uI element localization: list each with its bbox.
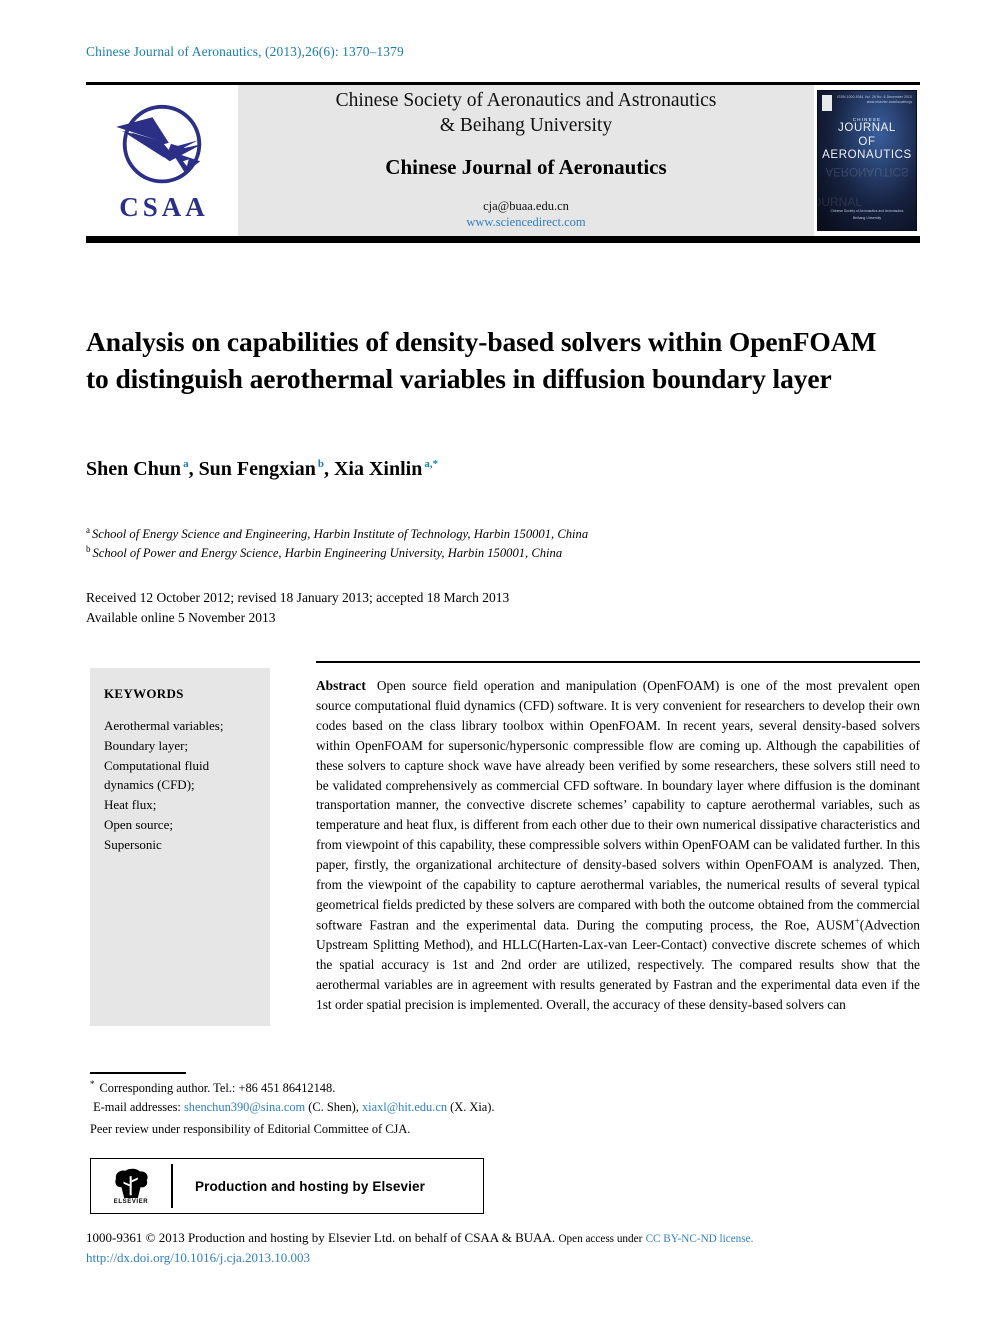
email-owner-1: (C. Shen), [308,1099,359,1114]
cover-title-line3: AERONAUTICS [822,149,912,162]
csaa-logo: CSAA [86,85,238,236]
asterisk-icon: * [90,1079,95,1089]
affiliation-list: a School of Energy Science and Engineerin… [86,524,906,563]
keyword-item: Open source; [104,816,173,832]
cover-footer-2: Beihang University [852,216,882,221]
affiliation-text: School of Energy Science and Engineering… [92,527,589,542]
csaa-aircraft-logo-icon [116,104,203,184]
cover-title-reflection-2: JOURNAL [818,195,863,209]
society-line-2: & Beihang University [439,115,613,136]
cover-issn: ISSN 1000-9361 Vol. 26 No. 6 December 20… [837,95,912,104]
affiliation-text: School of Power and Energy Science, Harb… [92,546,563,561]
keyword-item: Heat flux; [104,797,157,812]
keywords-heading: KEYWORDS [104,686,184,701]
email-owner-2: (X. Xia). [450,1099,495,1114]
email-link-1[interactable]: shenchun390@sina.com [184,1100,305,1114]
author-name[interactable]: Xia Xinlin [334,458,422,480]
open-access-label: Open access under [558,1233,643,1245]
history-received: Received 12 October 2012; revised 18 Jan… [86,590,510,605]
abstract-text-part-1: Open source field operation and manipula… [316,678,920,933]
page-title: Analysis on capabilities of density-base… [86,326,877,394]
keyword-item: dynamics (CFD); [104,777,195,793]
abstract-label: Abstract [316,678,366,693]
elsevier-production-banner: ELSEVIER Production and hosting by Elsev… [90,1158,484,1214]
author-affil-mark: b [317,458,324,471]
article-history: Received 12 October 2012; revised 18 Jan… [86,588,886,629]
keyword-item: Aerothermal variables; [104,718,224,733]
author-affil-mark: a,* [424,458,439,471]
journal-url[interactable]: www.sciencedirect.com [466,215,585,230]
elsevier-wordmark: ELSEVIER [113,1198,149,1205]
author-affil-mark: a [183,458,189,471]
colophon-copyright: 1000-9361 © 2013 Production and hosting … [86,1230,556,1245]
society-name: Chinese Society of Aeronautics and Astro… [336,89,717,139]
abstract-top-rule [316,661,920,663]
license-link[interactable]: CC BY-NC-ND license. [646,1233,754,1245]
affiliation-item: a School of Energy Science and Engineerin… [86,524,906,543]
history-online: Available online 5 November 2013 [86,610,276,626]
colophon-line-1: 1000-9361 © 2013 Production and hosting … [86,1228,916,1248]
keyword-item: Supersonic [104,836,162,852]
author-name[interactable]: Sun Fengxian [199,458,316,480]
affiliation-item: b School of Power and Energy Science, Har… [86,543,906,562]
journal-name: Chinese Journal of Aeronautics [385,154,667,179]
cover-footer-1: Chinese Society of Aeronautics and Astro… [830,209,904,214]
cover-artwork: ISSN 1000-9361 Vol. 26 No. 6 December 20… [817,90,917,231]
keywords-panel: KEYWORDS Aerothermal variables; Boundary… [90,668,270,1026]
colophon: 1000-9361 © 2013 Production and hosting … [86,1228,916,1269]
journal-cover-thumbnail: ISSN 1000-9361 Vol. 26 No. 6 December 20… [814,85,920,236]
running-head: Chinese Journal of Aeronautics, (2013),2… [86,44,404,59]
keywords-list: Aerothermal variables; Boundary layer; C… [104,716,270,854]
society-line-1: Chinese Society of Aeronautics and Astro… [335,90,717,112]
author-name[interactable]: Shen Chun [86,458,181,480]
author-list: Shen Chun a, Sun Fengxian b, Xia Xinlin a,* [86,458,439,480]
peer-review-note: Peer review under responsibility of Edit… [90,1121,411,1136]
keyword-item: Boundary layer; [104,737,189,753]
email-addresses-label: E-mail addresses: [93,1099,181,1114]
csaa-logo-text: CSAA [119,192,209,222]
cover-title-line1: JOURNAL [838,122,896,134]
footnote-rule [90,1072,186,1074]
masthead-center: Chinese Society of Aeronautics and Astro… [238,85,814,236]
elsevier-logo: ELSEVIER [91,1164,173,1208]
email-link-2[interactable]: xiaxl@hit.edu.cn [362,1100,447,1114]
cover-title-reflection: AERONAUTICS [825,164,909,177]
keyword-item: Computational fluid [104,757,210,773]
corresponding-author-note: * Corresponding author. Tel.: +86 451 864… [90,1078,630,1098]
elsevier-banner-caption: Production and hosting by Elsevier [195,1178,425,1194]
journal-masthead: CSAA Chinese Society of Aeronautics and … [86,82,920,243]
elsevier-tree-logo-icon [115,1168,148,1198]
cover-footer: Chinese Society of Aeronautics and Astro… [818,208,916,222]
cover-title: CHINESE JOURNAL OF AERONAUTICS [818,117,916,163]
footnote-block: * Corresponding author. Tel.: +86 451 864… [90,1078,630,1139]
doi-link[interactable]: http://dx.doi.org/10.1016/j.cja.2013.10.… [86,1248,916,1268]
abstract-body: Abstract Open source field operation and … [316,676,920,1015]
cover-title-line2: OF [858,135,876,148]
article-first-page: Chinese Journal of Aeronautics, (2013),2… [0,0,992,1323]
journal-email: cja@buaa.edu.cn [483,198,569,213]
email-note: E-mail addresses: shenchun390@sina.com (… [90,1098,630,1117]
elsevier-mark-icon [822,95,832,111]
corresponding-author-text: Corresponding author. Tel.: +86 451 8641… [99,1081,336,1096]
cover-topbar: ISSN 1000-9361 Vol. 26 No. 6 December 20… [822,95,912,113]
